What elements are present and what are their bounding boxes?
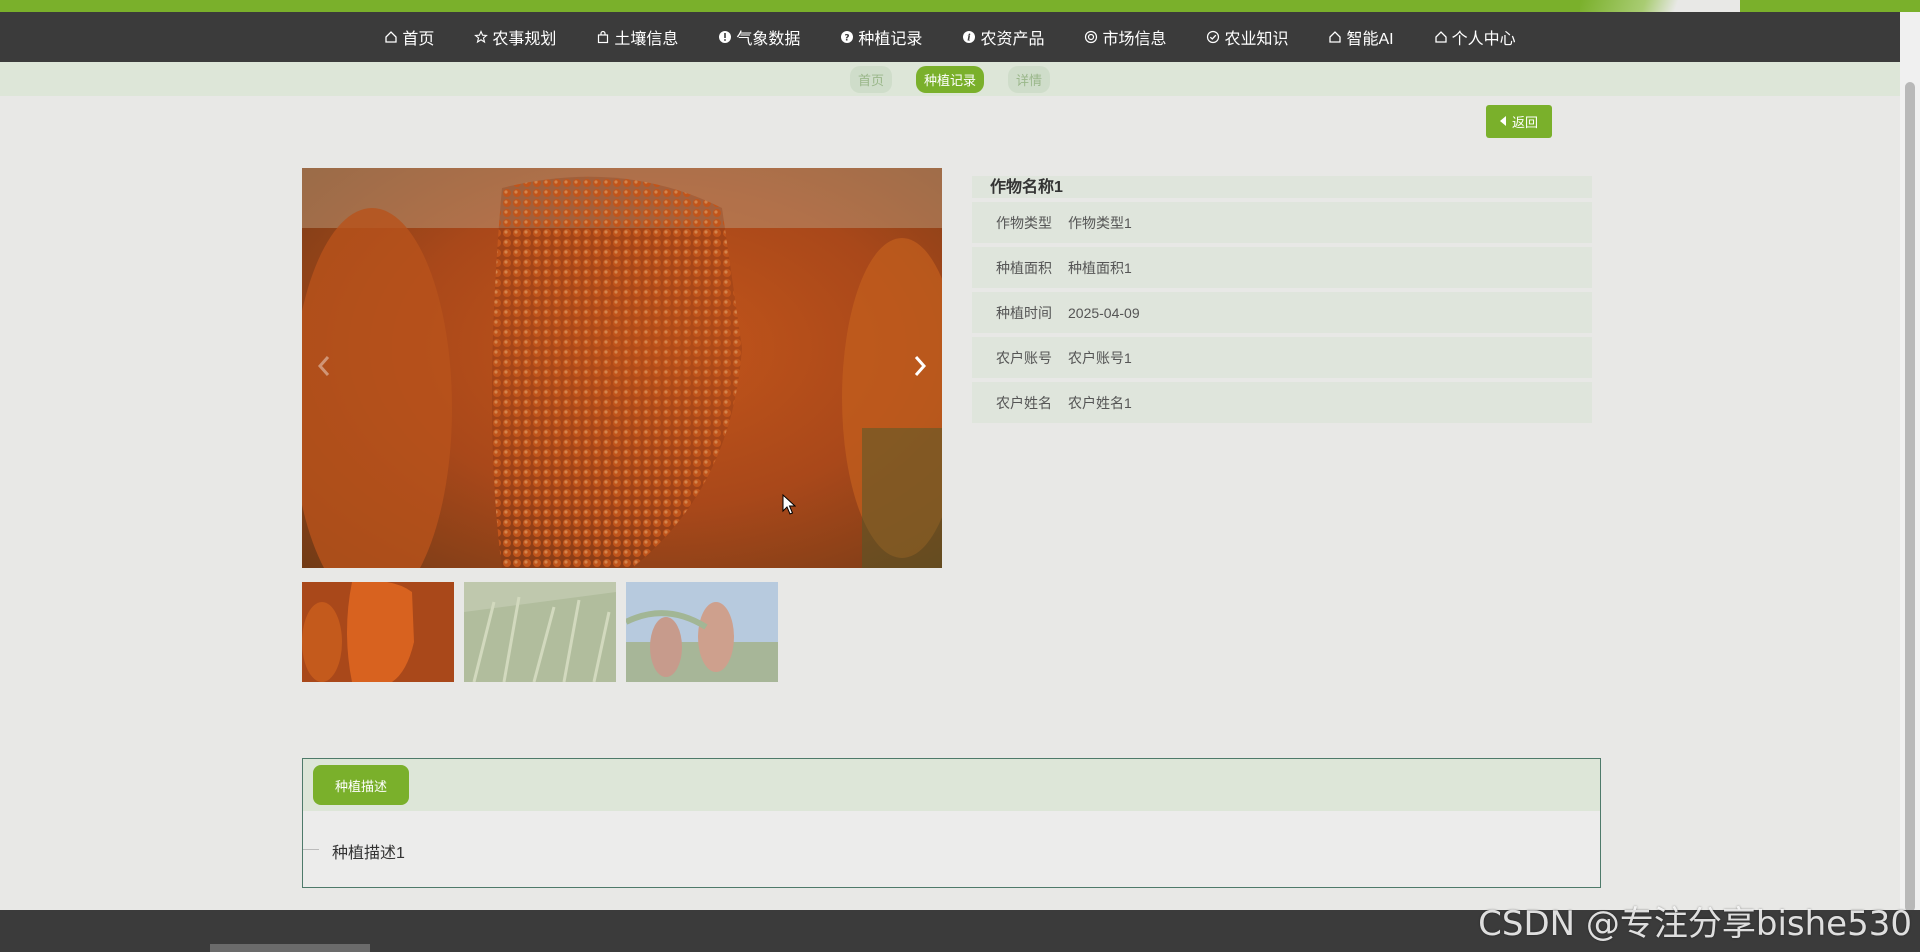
- back-button-label: 返回: [1511, 115, 1538, 130]
- thumbnail-3[interactable]: [626, 582, 778, 682]
- scrollbar-thumb[interactable]: [1905, 82, 1915, 912]
- field-value: 农户账号1: [1068, 349, 1132, 366]
- nav-item-home[interactable]: 首页: [364, 12, 454, 62]
- home-icon: [1328, 30, 1342, 44]
- nav-item-weather[interactable]: 气象数据: [698, 12, 820, 62]
- globe-icon: [1084, 30, 1098, 44]
- info-row-planting-area: 种植面积 种植面积1: [972, 247, 1592, 288]
- back-button[interactable]: 返回: [1486, 105, 1552, 138]
- svg-text:?: ?: [845, 33, 850, 43]
- nav-item-knowledge[interactable]: 农业知识: [1186, 12, 1308, 62]
- nav-item-label: 首页: [402, 31, 435, 48]
- alert-icon: [718, 30, 732, 44]
- nav-item-ai[interactable]: 智能AI: [1308, 12, 1413, 62]
- description-tab-bar: 种植描述: [303, 759, 1600, 811]
- nav-item-label: 市场信息: [1102, 31, 1167, 48]
- thumbnail-1[interactable]: [302, 582, 454, 682]
- home-icon: [1434, 30, 1448, 44]
- crop-name-title: 作物名称1: [972, 176, 1592, 198]
- field-value: 种植面积1: [1068, 259, 1132, 276]
- description-panel: 种植描述 种植描述1: [302, 758, 1601, 888]
- nav-item-label: 气象数据: [736, 31, 801, 48]
- nav-item-soil[interactable]: 土壤信息: [576, 12, 698, 62]
- bag-icon: [596, 30, 610, 44]
- breadcrumb: 首页 种植记录 详情: [0, 62, 1900, 96]
- breadcrumb-detail: 详情: [1008, 65, 1051, 93]
- watermark: CSDN @专注分享bishe530: [1478, 904, 1912, 944]
- crop-main-image: [302, 168, 942, 568]
- nav-item-label: 农资产品: [980, 31, 1045, 48]
- info-icon: i: [962, 30, 976, 44]
- thumbnail-image: [626, 582, 778, 682]
- nav-item-label: 个人中心: [1451, 31, 1516, 48]
- image-carousel: [302, 168, 942, 568]
- thumbnail-image: [464, 582, 616, 682]
- info-row-farmer-account: 农户账号 农户账号1: [972, 337, 1592, 378]
- top-accent-bar: [0, 0, 1920, 12]
- detail-info-panel: 作物名称1 作物类型 作物类型1 种植面积 种植面积1 种植时间 2025-04…: [972, 176, 1592, 427]
- thumbnail-2[interactable]: [464, 582, 616, 682]
- svg-text:i: i: [968, 34, 972, 44]
- nav-item-planting[interactable]: ? 种植记录: [820, 12, 942, 62]
- info-row-crop-type: 作物类型 作物类型1: [972, 202, 1592, 243]
- field-label: 种植面积: [996, 259, 1052, 276]
- field-label: 种植时间: [996, 304, 1052, 321]
- nav-item-supplies[interactable]: i 农资产品: [942, 12, 1064, 62]
- mouse-cursor-icon: [782, 494, 796, 515]
- nav-item-label: 种植记录: [858, 31, 923, 48]
- nav-item-market[interactable]: 市场信息: [1064, 12, 1186, 62]
- home-icon: [384, 30, 398, 44]
- field-label: 农户姓名: [996, 394, 1052, 411]
- chevron-right-icon: [914, 356, 927, 376]
- chevron-left-icon: [317, 356, 330, 376]
- breadcrumb-home[interactable]: 首页: [849, 65, 892, 93]
- nav-item-profile[interactable]: 个人中心: [1414, 12, 1536, 62]
- field-value: 农户姓名1: [1068, 394, 1132, 411]
- nav-item-label: 农事规划: [492, 31, 557, 48]
- nav-item-planning[interactable]: 农事规划: [454, 12, 576, 62]
- carousel-next-button[interactable]: [908, 348, 932, 384]
- breadcrumb-planting-records[interactable]: 种植记录: [915, 65, 984, 93]
- tab-planting-description[interactable]: 种植描述: [313, 765, 409, 805]
- nav-item-label: 土壤信息: [614, 31, 679, 48]
- field-label: 农户账号: [996, 349, 1052, 366]
- check-circle-icon: [1206, 30, 1220, 44]
- caret-left-icon: [1499, 114, 1508, 129]
- nav-item-label: 智能AI: [1346, 31, 1394, 48]
- help-icon: ?: [840, 30, 854, 44]
- thumbnail-strip: [302, 582, 778, 682]
- info-row-planting-time: 种植时间 2025-04-09: [972, 292, 1592, 333]
- main-navbar: 首页 农事规划 土壤信息 气象数据 ? 种植记录 i 农资产品 市场信息 农业知…: [0, 12, 1900, 62]
- carousel-prev-button[interactable]: [312, 348, 336, 384]
- page-scrollbar[interactable]: [1900, 12, 1920, 912]
- star-icon: [474, 30, 489, 44]
- info-row-farmer-name: 农户姓名 农户姓名1: [972, 382, 1592, 423]
- field-value: 作物类型1: [1068, 214, 1132, 231]
- description-text: 种植描述1: [303, 811, 1600, 863]
- thumbnail-image: [302, 582, 454, 682]
- nav-item-label: 农业知识: [1224, 31, 1289, 48]
- footer-strip: [210, 944, 370, 952]
- field-value: 2025-04-09: [1068, 304, 1140, 321]
- field-label: 作物类型: [996, 214, 1052, 231]
